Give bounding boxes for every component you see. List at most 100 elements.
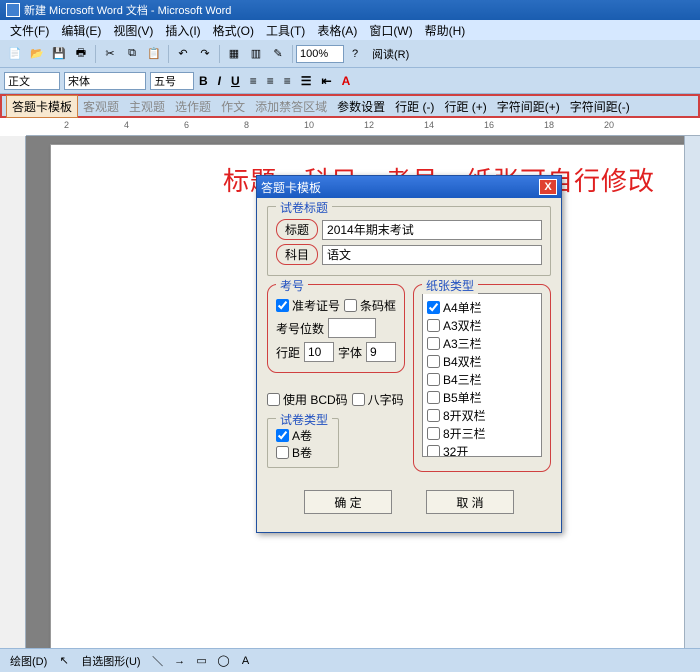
italic-button[interactable]: I <box>214 72 225 90</box>
pagesize-item[interactable]: B5单栏 <box>427 389 537 406</box>
pointer-icon[interactable]: ↖ <box>54 651 74 671</box>
pagesize-item[interactable]: 8开双栏 <box>427 407 537 424</box>
align-left-icon[interactable]: ≡ <box>246 72 261 90</box>
autoshape-menu[interactable]: 自选图形(U) <box>75 651 146 671</box>
chk-paper-a[interactable]: A卷 <box>276 427 330 444</box>
dialog-title: 答题卡模板 <box>261 179 321 196</box>
ruler-mark: 4 <box>124 120 129 130</box>
paste-icon[interactable]: 📋 <box>144 44 164 64</box>
zoom-input[interactable] <box>296 45 344 63</box>
columns-icon[interactable]: ▥ <box>246 44 266 64</box>
bold-button[interactable]: B <box>195 72 212 90</box>
menu-file[interactable]: 文件(F) <box>4 20 55 41</box>
tb-charspace-minus[interactable]: 字符间距(-) <box>565 96 635 117</box>
rowspacing-input[interactable] <box>304 342 334 362</box>
tb-linespace-plus[interactable]: 行距 (+) <box>439 96 491 117</box>
textbox-icon[interactable]: A <box>236 651 256 671</box>
pagesize-item[interactable]: B4双栏 <box>427 353 537 370</box>
menu-format[interactable]: 格式(O) <box>207 20 260 41</box>
underline-button[interactable]: U <box>227 72 244 90</box>
tb-linespace-minus[interactable]: 行距 (-) <box>390 96 439 117</box>
align-right-icon[interactable]: ≡ <box>280 72 295 90</box>
subject-input[interactable] <box>322 245 542 265</box>
chk-bcd[interactable]: 使用 BCD码 <box>267 391 348 408</box>
table-icon[interactable]: ▦ <box>224 44 244 64</box>
pagesize-item[interactable]: A3三栏 <box>427 335 537 352</box>
size-select[interactable] <box>150 72 194 90</box>
chk-zkzh[interactable]: 准考证号 <box>276 297 340 314</box>
vertical-scrollbar[interactable] <box>684 136 700 648</box>
redo-icon[interactable]: ↷ <box>195 44 215 64</box>
tb-optional[interactable]: 选作题 <box>170 96 216 117</box>
list-icon[interactable]: ☰ <box>297 72 316 90</box>
rect-icon[interactable]: ▭ <box>192 651 212 671</box>
separator <box>168 45 169 63</box>
group-label: 试卷类型 <box>276 411 332 428</box>
template-dialog: 答题卡模板 X 试卷标题 标题 科目 考号 准考证号 条码框 <box>256 175 562 533</box>
copy-icon[interactable]: ⧉ <box>122 44 142 64</box>
close-icon[interactable]: X <box>539 179 557 195</box>
drawing-icon[interactable]: ✎ <box>268 44 288 64</box>
ruler-mark: 8 <box>244 120 249 130</box>
tb-forbid[interactable]: 添加禁答区域 <box>250 96 332 117</box>
pagesize-item[interactable]: 8开三栏 <box>427 425 537 442</box>
undo-icon[interactable]: ↶ <box>173 44 193 64</box>
pagesize-item[interactable]: A4单栏 <box>427 299 537 316</box>
tb-subjective[interactable]: 主观题 <box>124 96 170 117</box>
menu-edit[interactable]: 编辑(E) <box>55 20 107 41</box>
chk-paper-b[interactable]: B卷 <box>276 444 330 461</box>
tb-template[interactable]: 答题卡模板 <box>6 95 78 118</box>
cancel-button[interactable]: 取 消 <box>426 490 514 514</box>
open-icon[interactable]: 📂 <box>27 44 47 64</box>
oval-icon[interactable]: ◯ <box>214 651 234 671</box>
tb-params[interactable]: 参数设置 <box>332 96 390 117</box>
help-icon[interactable]: ? <box>345 44 365 64</box>
label-digits: 考号位数 <box>276 320 324 337</box>
print-icon[interactable]: 🖶 <box>71 44 91 64</box>
menu-help[interactable]: 帮助(H) <box>419 20 472 41</box>
menu-bar: 文件(F) 编辑(E) 视图(V) 插入(I) 格式(O) 工具(T) 表格(A… <box>0 20 700 40</box>
separator <box>219 45 220 63</box>
ruler-mark: 10 <box>304 120 314 130</box>
new-doc-icon[interactable]: 📄 <box>5 44 25 64</box>
menu-insert[interactable]: 插入(I) <box>159 20 206 41</box>
fontsize-input[interactable] <box>366 342 396 362</box>
style-select[interactable] <box>4 72 60 90</box>
pagesize-item[interactable]: 32开 <box>427 443 537 457</box>
separator <box>292 45 293 63</box>
horizontal-ruler[interactable]: 2 4 6 8 10 12 14 16 18 20 <box>26 118 700 136</box>
digits-input[interactable] <box>328 318 376 338</box>
tb-essay[interactable]: 作文 <box>216 96 250 117</box>
line-icon[interactable]: ＼ <box>148 651 168 671</box>
ok-button[interactable]: 确 定 <box>304 490 392 514</box>
pagesize-item[interactable]: A3双栏 <box>427 317 537 334</box>
read-mode-button[interactable]: 阅读(R) <box>367 44 414 64</box>
title-input[interactable] <box>322 220 542 240</box>
ruler-mark: 2 <box>64 120 69 130</box>
indent-icon[interactable]: ⇤ <box>318 72 336 90</box>
group-papertype: 试卷类型 A卷 B卷 <box>267 418 339 468</box>
ruler-mark: 14 <box>424 120 434 130</box>
menu-view[interactable]: 视图(V) <box>107 20 159 41</box>
ruler-mark: 20 <box>604 120 614 130</box>
menu-window[interactable]: 窗口(W) <box>363 20 418 41</box>
chk-barcode[interactable]: 条码框 <box>344 297 396 314</box>
pagesize-list[interactable]: A4单栏 A3双栏 A3三栏 B4双栏 B4三栏 B5单栏 8开双栏 8开三栏 … <box>422 293 542 457</box>
vertical-ruler[interactable] <box>0 136 26 648</box>
standard-toolbar: 📄 📂 💾 🖶 ✂ ⧉ 📋 ↶ ↷ ▦ ▥ ✎ ? 阅读(R) <box>0 40 700 68</box>
cut-icon[interactable]: ✂ <box>100 44 120 64</box>
pagesize-item[interactable]: B4三栏 <box>427 371 537 388</box>
font-color-icon[interactable]: A <box>338 72 355 90</box>
align-center-icon[interactable]: ≡ <box>263 72 278 90</box>
tb-objective[interactable]: 客观题 <box>78 96 124 117</box>
draw-menu[interactable]: 绘图(D) <box>4 651 53 671</box>
font-select[interactable] <box>64 72 146 90</box>
save-icon[interactable]: 💾 <box>49 44 69 64</box>
menu-table[interactable]: 表格(A) <box>311 20 363 41</box>
tb-charspace-plus[interactable]: 字符间距(+) <box>492 96 565 117</box>
dialog-titlebar[interactable]: 答题卡模板 X <box>257 176 561 198</box>
ruler-mark: 12 <box>364 120 374 130</box>
arrow-icon[interactable]: → <box>170 651 190 671</box>
menu-tools[interactable]: 工具(T) <box>260 20 311 41</box>
chk-octal[interactable]: 八字码 <box>352 391 404 408</box>
